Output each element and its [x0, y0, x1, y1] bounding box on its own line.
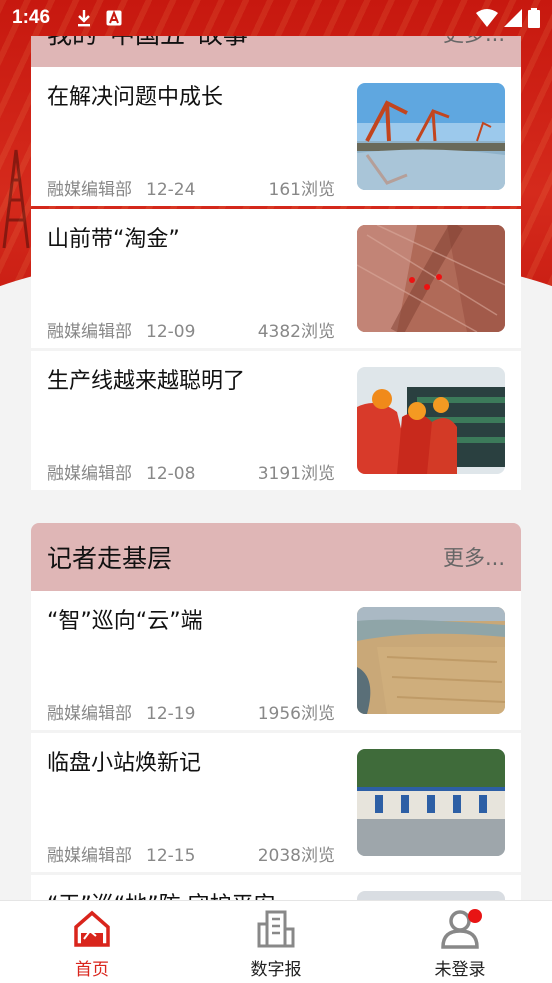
- section-more-link[interactable]: 更多...: [443, 36, 505, 48]
- article-date: 12-24: [146, 180, 196, 200]
- article-source: 融媒编辑部: [47, 322, 132, 342]
- article-source: 融媒编辑部: [47, 846, 132, 866]
- nav-home[interactable]: 首页: [0, 901, 184, 983]
- notification-badge: [468, 909, 482, 923]
- article-date: 12-19: [146, 704, 196, 724]
- nav-label: 数字报: [250, 960, 302, 980]
- article-views: 1956浏览: [257, 704, 335, 724]
- nav-label: 未登录: [434, 960, 486, 980]
- article-item[interactable]: “智”巡向“云”端 融媒编辑部 12-19 1956浏览: [31, 591, 521, 730]
- section-header-stories[interactable]: 我的“中国五”故事 更多...: [31, 36, 521, 67]
- sky-photo[interactable]: [357, 891, 505, 900]
- reed-marsh-photo[interactable]: [357, 607, 505, 714]
- article-item[interactable]: 生产线越来越聪明了 融媒编辑部 12-08 3191浏览: [31, 351, 521, 490]
- article-source: 融媒编辑部: [47, 464, 132, 484]
- article-item[interactable]: “天”巡“地”防 守护平安: [31, 875, 521, 900]
- article-item[interactable]: 临盘小站焕新记 融媒编辑部 12-15 2038浏览: [31, 733, 521, 872]
- section-title: 我的“中国五”故事: [47, 36, 248, 51]
- article-item[interactable]: 在解决问题中成长 融媒编辑部 12-24 161浏览: [31, 67, 521, 206]
- download-icon: [78, 10, 91, 27]
- status-bar: 1:46: [0, 0, 552, 36]
- signal-icon: [504, 9, 522, 27]
- nav-account[interactable]: 未登录: [368, 901, 552, 983]
- article-item[interactable]: 山前带“淘金” 融媒编辑部 12-09 4382浏览: [31, 209, 521, 348]
- app-notification-icon: [106, 10, 122, 26]
- article-title: 在解决问题中成长: [47, 85, 224, 110]
- article-views: 2038浏览: [257, 846, 335, 866]
- article-views: 4382浏览: [257, 322, 335, 342]
- article-title: “智”巡向“云”端: [47, 609, 203, 634]
- section-header-reporters[interactable]: 记者走基层 更多...: [31, 523, 521, 591]
- article-date: 12-09: [146, 322, 196, 342]
- section-title: 记者走基层: [47, 544, 173, 573]
- oil-pumpjacks-photo[interactable]: [357, 83, 505, 190]
- workers-pipes-photo[interactable]: [357, 367, 505, 474]
- wifi-icon: [476, 9, 498, 27]
- article-source: 融媒编辑部: [47, 180, 132, 200]
- battery-icon: [528, 8, 540, 28]
- article-date: 12-08: [146, 464, 196, 484]
- red-rock-ravine-photo[interactable]: [357, 225, 505, 332]
- status-time: 1:46: [12, 7, 51, 28]
- section-more-link[interactable]: 更多...: [443, 542, 505, 572]
- article-source: 融媒编辑部: [47, 704, 132, 724]
- article-title: 山前带“淘金”: [47, 227, 180, 252]
- article-title: 生产线越来越聪明了: [47, 369, 246, 394]
- nav-digital-paper[interactable]: 数字报: [184, 901, 368, 983]
- article-views: 3191浏览: [257, 464, 335, 484]
- article-date: 12-15: [146, 846, 196, 866]
- home-icon: [74, 910, 110, 947]
- nav-label: 首页: [75, 960, 109, 980]
- building-icon: [257, 910, 295, 948]
- station-building-photo[interactable]: [357, 749, 505, 856]
- article-title: 临盘小站焕新记: [47, 751, 202, 776]
- article-views: 161浏览: [268, 180, 335, 200]
- article-title: “天”巡“地”防 守护平安: [47, 891, 347, 900]
- bottom-navigation: 首页 数字报 未登录: [0, 900, 552, 983]
- feed-content[interactable]: 我的“中国五”故事 更多... 在解决问题中成长 融媒编辑部 12-24 161…: [31, 36, 521, 900]
